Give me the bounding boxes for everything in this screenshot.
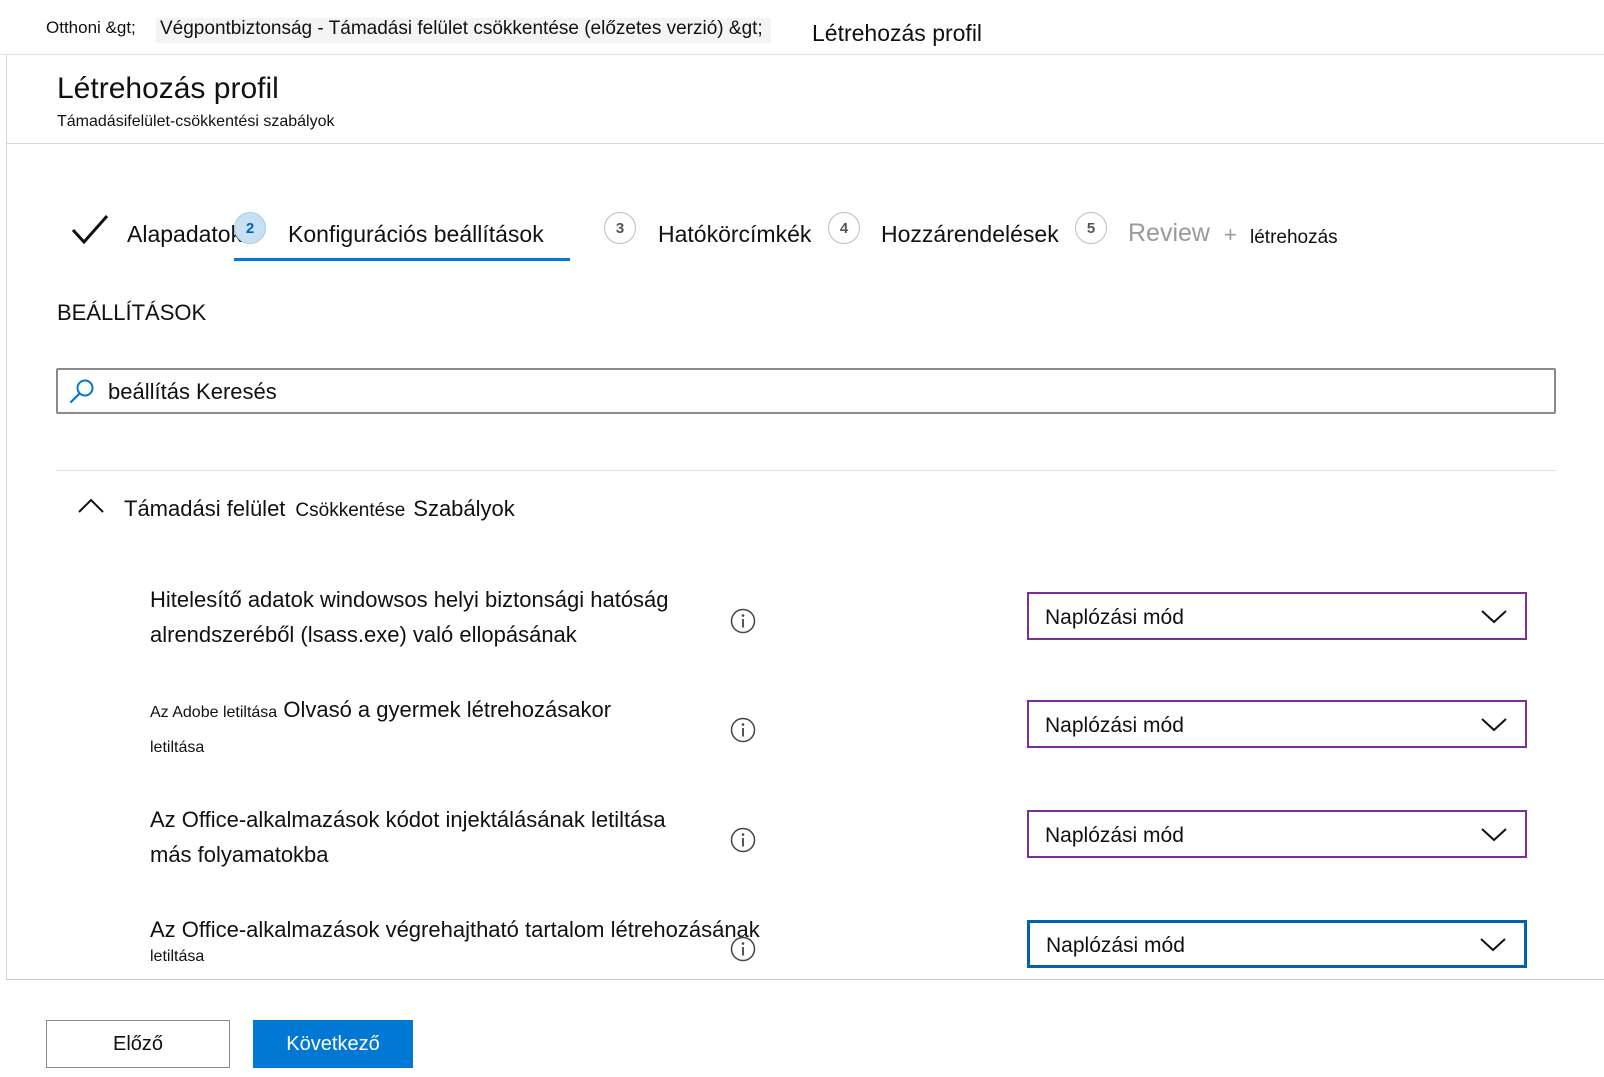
- previous-button[interactable]: Előző: [46, 1020, 230, 1068]
- setting-label: Az Adobe letiltása Olvasó a gyermek létr…: [150, 692, 710, 765]
- chevron-up-icon[interactable]: [76, 494, 106, 518]
- settings-search-input[interactable]: [106, 376, 1530, 408]
- setting-label-line2-small: letiltása: [150, 948, 205, 965]
- setting-row-office-inject: Az Office-alkalmazások kódot injektálásá…: [0, 802, 1604, 902]
- setting-mode-dropdown[interactable]: Naplózási mód: [1027, 810, 1527, 858]
- dropdown-selected-value: Naplózási mód: [1045, 714, 1184, 737]
- setting-label-line2-small: letiltása: [150, 739, 205, 756]
- step-review-label: Review: [1128, 219, 1210, 247]
- dropdown-selected-value: Naplózási mód: [1045, 824, 1184, 847]
- step-2-number-icon: 2: [234, 212, 266, 244]
- step-configuration-settings-label[interactable]: Konfigurációs beállítások: [288, 221, 544, 248]
- search-icon: [69, 379, 94, 404]
- setting-label-line1: Hitelesítő adatok windowsos helyi bizton…: [150, 587, 669, 612]
- setting-row-lsass: Hitelesítő adatok windowsos helyi bizton…: [0, 582, 1604, 682]
- info-icon[interactable]: [730, 827, 756, 853]
- setting-mode-dropdown[interactable]: Naplózási mód: [1027, 920, 1527, 968]
- step-3-number-icon: 3: [604, 212, 636, 244]
- breadcrumb-home-link[interactable]: Otthoni &gt;: [46, 18, 136, 38]
- step-create-label: létrehozás: [1250, 227, 1338, 248]
- step-review-plus: +: [1224, 222, 1237, 247]
- dropdown-selected-value: Naplózási mód: [1046, 934, 1185, 957]
- active-step-underline: [234, 258, 570, 261]
- setting-label-line2: más folyamatokba: [150, 842, 329, 867]
- footer: [6, 980, 1604, 1077]
- setting-label: Az Office-alkalmazások kódot injektálásá…: [150, 802, 710, 872]
- chevron-down-icon: [1481, 828, 1507, 842]
- chevron-down-icon: [1481, 610, 1507, 624]
- info-icon[interactable]: [730, 608, 756, 634]
- chevron-down-icon: [1481, 718, 1507, 732]
- info-icon[interactable]: [730, 717, 756, 743]
- settings-heading: BEÁLLÍTÁSOK: [57, 300, 207, 325]
- step-scope-tags-label[interactable]: Hatókörcímkék: [658, 221, 811, 248]
- settings-search-box[interactable]: [56, 368, 1556, 414]
- setting-mode-dropdown[interactable]: Naplózási mód: [1027, 700, 1527, 748]
- setting-label: Hitelesítő adatok windowsos helyi bizton…: [150, 582, 710, 652]
- group-title-part3: Szabályok: [413, 496, 515, 521]
- dropdown-selected-value: Naplózási mód: [1045, 606, 1184, 629]
- checkmark-icon: [71, 215, 109, 245]
- breadcrumb-endpoint-security-link[interactable]: Végpontbiztonság - Támadási felület csök…: [156, 18, 771, 43]
- breadcrumb: Otthoni &gt; Végpontbiztonság - Támadási…: [0, 0, 1604, 55]
- setting-label-line1-small: Az Adobe letiltása: [150, 704, 278, 721]
- group-divider: [56, 470, 1556, 471]
- step-assignments-label[interactable]: Hozzárendelések: [881, 221, 1059, 248]
- group-title-part2: Csökkentése: [295, 500, 406, 521]
- group-title[interactable]: Támadási felület Csökkentése Szabályok: [124, 496, 515, 522]
- footer-divider: [6, 979, 1604, 980]
- setting-mode-dropdown[interactable]: Naplózási mód: [1027, 592, 1527, 640]
- next-button[interactable]: Következő: [253, 1020, 413, 1068]
- header-divider: [6, 143, 1604, 144]
- setting-label-line1: Az Office-alkalmazások kódot injektálásá…: [150, 807, 666, 832]
- chevron-down-icon: [1480, 938, 1506, 952]
- setting-row-adobe: Az Adobe letiltása Olvasó a gyermek létr…: [0, 692, 1604, 792]
- setting-label-line1: Olvasó a gyermek létrehozásakor: [283, 697, 612, 722]
- create-profile-page: Otthoni &gt; Végpontbiztonság - Támadási…: [0, 0, 1604, 1077]
- group-title-part1: Támadási felület: [124, 496, 286, 521]
- info-icon[interactable]: [730, 936, 756, 962]
- step-4-number-icon: 4: [828, 212, 860, 244]
- step-basics-label[interactable]: Alapadatok: [127, 221, 242, 248]
- breadcrumb-current: Létrehozás profil: [812, 20, 983, 46]
- setting-label: Az Office-alkalmazások végrehajtható tar…: [150, 912, 790, 967]
- step-5-number-icon: 5: [1075, 212, 1107, 244]
- setting-label-line2: alrendszeréből (lsass.exe) való ellopásá…: [150, 622, 577, 647]
- page-title: Létrehozás profil: [57, 72, 279, 105]
- setting-label-line1: Az Office-alkalmazások végrehajtható tar…: [150, 917, 760, 942]
- page-subtitle: Támadásifelület-csökkentési szabályok: [57, 113, 335, 130]
